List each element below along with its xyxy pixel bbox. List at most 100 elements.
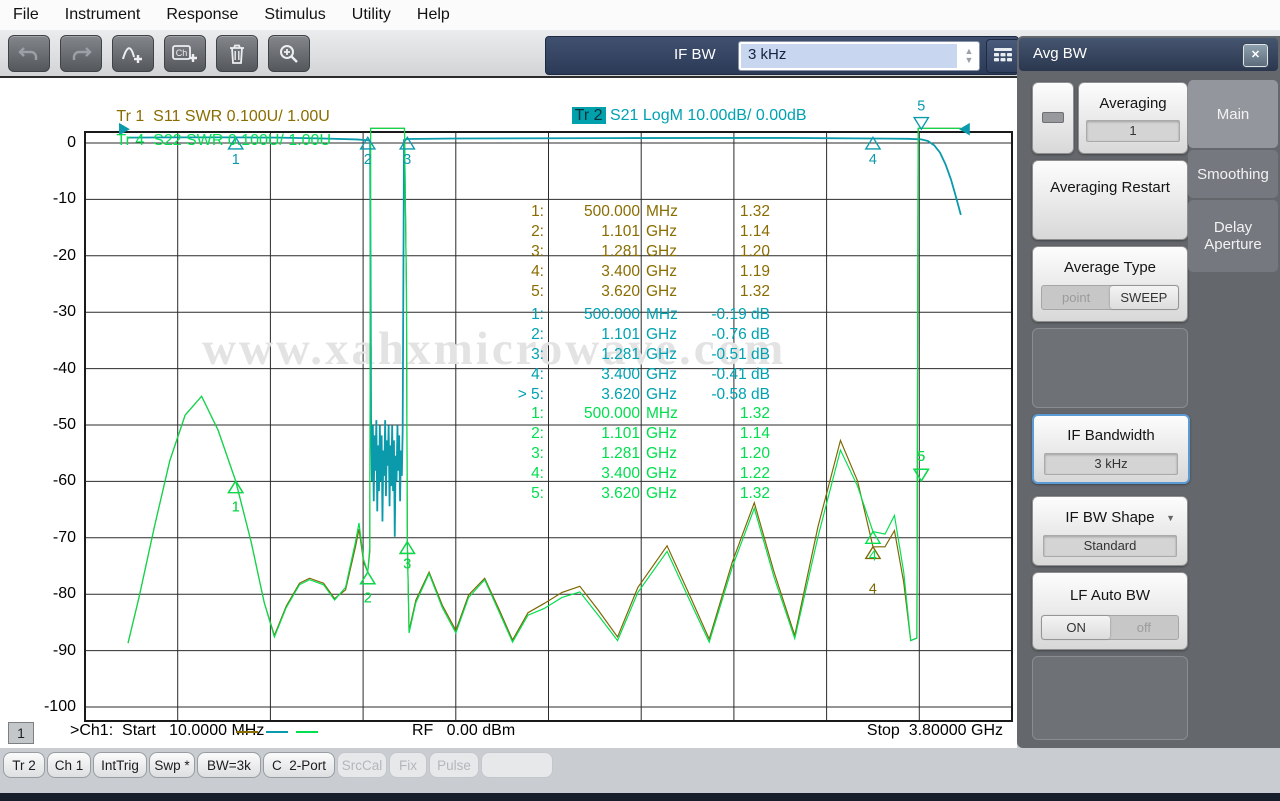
vna-application-window: FileInstrumentResponseStimulusUtilityHel…	[0, 0, 1280, 801]
redo-icon	[60, 35, 102, 72]
trace4-label[interactable]: Tr 4 S22 SWR 0.100U/ 1.00U	[90, 114, 331, 168]
statusbar-bw-3k[interactable]: BW=3k	[197, 752, 261, 778]
marker-label: 4	[869, 152, 877, 168]
undo-icon	[8, 35, 50, 72]
marker-label: 2	[364, 591, 372, 607]
average-type-sweep-option[interactable]: SWEEP	[1110, 286, 1178, 309]
y-tick--50: -50	[34, 416, 76, 434]
y-tick--90: -90	[34, 642, 76, 660]
toolbar-buttons: Ch	[8, 35, 310, 72]
statusbar-fix: Fix	[389, 752, 427, 778]
ifbw-shape-button[interactable]: IF BW Shape ▼ Standard	[1032, 496, 1188, 566]
panel-header[interactable]: Avg BW ✕	[1019, 38, 1278, 71]
marker-row: 4:3.400GHz-0.41 dB	[498, 365, 770, 385]
lf-auto-bw-off-option[interactable]: off	[1110, 616, 1178, 639]
marker-row: 3:1.281GHz1.20	[498, 242, 770, 262]
marker-row: 3:1.281GHz1.20	[498, 444, 770, 464]
marker-label: 5	[917, 98, 925, 114]
marker-label: 4	[869, 582, 877, 598]
marker-row: 1:500.000MHz1.32	[498, 404, 770, 424]
marker-triangle-icon	[914, 469, 928, 481]
y-tick--30: -30	[34, 303, 76, 321]
measurement-display: www.xahxmicrowave.com 123451234512345 Tr…	[0, 76, 1017, 750]
average-type-segmented[interactable]: point SWEEP	[1041, 285, 1179, 310]
y-tick--100: -100	[34, 698, 76, 716]
tab-main[interactable]: Main	[1188, 80, 1278, 148]
averaging-value: 1	[1086, 120, 1181, 142]
statusbar-tr-2[interactable]: Tr 2	[3, 752, 45, 778]
marker-table-2: 1:500.000MHz-0.19 dB2:1.101GHz-0.76 dB3:…	[498, 305, 770, 405]
marker-triangle-icon	[361, 572, 375, 584]
blank-softkey-2	[1032, 656, 1188, 740]
marker-row: 2:1.101GHz1.14	[498, 222, 770, 242]
menu-help[interactable]: Help	[404, 2, 463, 28]
y-tick--80: -80	[34, 585, 76, 603]
averaging-toggle-button[interactable]	[1032, 82, 1074, 154]
blank-softkey-1	[1032, 328, 1188, 408]
channel-number-badge[interactable]: 1	[8, 722, 34, 744]
panel-title: Avg BW	[1033, 45, 1087, 62]
average-type-button[interactable]: Average Type point SWEEP	[1032, 246, 1188, 322]
averaging-restart-button[interactable]: Averaging Restart	[1032, 160, 1188, 240]
statusbar-c-2-port[interactable]: C 2-Port	[263, 752, 335, 778]
legend-dash-icon	[296, 731, 318, 733]
y-tick--40: -40	[34, 360, 76, 378]
marker-row: 3:1.281GHz-0.51 dB	[498, 345, 770, 365]
tab-delay-aperture[interactable]: Delay Aperture	[1188, 200, 1278, 272]
marker-row: 4:3.400GHz1.22	[498, 464, 770, 484]
statusbar-swp-[interactable]: Swp *	[149, 752, 195, 778]
menu-response[interactable]: Response	[153, 2, 251, 28]
marker-label: 3	[403, 152, 411, 168]
ifbw-label: IF BW	[674, 46, 716, 63]
marker-row: > 5:3.620GHz-0.58 dB	[498, 385, 770, 405]
menu-utility[interactable]: Utility	[339, 2, 404, 28]
marker-table-1: 1:500.000MHz1.322:1.101GHz1.143:1.281GHz…	[498, 202, 770, 302]
y-tick--10: -10	[34, 190, 76, 208]
add-channel-icon[interactable]: Ch	[164, 35, 206, 72]
svg-text:Ch: Ch	[176, 48, 188, 58]
averaging-button[interactable]: Averaging 1	[1078, 82, 1188, 154]
marker-triangle-icon	[914, 469, 928, 481]
marker-row: 1:500.000MHz-0.19 dB	[498, 305, 770, 325]
menu-file[interactable]: File	[0, 2, 52, 28]
legend-dash-icon	[236, 731, 258, 733]
y-tick--20: -20	[34, 247, 76, 265]
menu-instrument[interactable]: Instrument	[52, 2, 154, 28]
y-tick--70: -70	[34, 529, 76, 547]
marker-triangle-icon	[914, 118, 928, 130]
trace2-label[interactable]: Tr 2 S21 LogM 10.00dB/ 0.00dB	[545, 89, 807, 143]
add-trace-icon[interactable]	[112, 35, 154, 72]
marker-triangle-icon	[866, 532, 880, 544]
lf-auto-bw-on-option[interactable]: ON	[1042, 616, 1110, 639]
ifbw-shape-value: Standard	[1043, 535, 1177, 557]
spinner-arrows-icon[interactable]: ▲▼	[959, 42, 979, 70]
if-bandwidth-value: 3 kHz	[1044, 453, 1178, 475]
keypad-icon[interactable]	[986, 39, 1020, 73]
marker-row: 2:1.101GHz1.14	[498, 424, 770, 444]
ifbw-spinner[interactable]: 3 kHz ▲▼	[738, 41, 980, 71]
rf-power-label: RF 0.00 dBm	[412, 722, 515, 740]
lf-auto-bw-button[interactable]: LF Auto BW ON off	[1032, 572, 1188, 650]
legend-dash-icon	[266, 731, 288, 733]
delete-icon[interactable]	[216, 35, 258, 72]
ifbw-value-field[interactable]: 3 kHz	[741, 44, 957, 68]
zoom-icon[interactable]	[268, 35, 310, 72]
tab-smoothing[interactable]: Smoothing	[1188, 150, 1278, 198]
statusbar-ch-1[interactable]: Ch 1	[47, 752, 91, 778]
menu-stimulus[interactable]: Stimulus	[251, 2, 338, 28]
if-bandwidth-button[interactable]: IF Bandwidth 3 kHz	[1032, 414, 1190, 484]
marker-row: 2:1.101GHz-0.76 dB	[498, 325, 770, 345]
statusbar-pulse: Pulse	[429, 752, 479, 778]
statusbar-srccal: SrcCal	[337, 752, 387, 778]
statusbar-inttrig[interactable]: IntTrig	[93, 752, 147, 778]
avg-bw-panel: Avg BW ✕ Averaging 1 Averaging Restart A…	[1017, 36, 1280, 748]
marker-row: 4:3.400GHz1.19	[498, 262, 770, 282]
average-type-point-option[interactable]: point	[1042, 286, 1110, 309]
marker-label: 1	[232, 499, 240, 515]
ifbw-quickbar: IF BW 3 kHz ▲▼	[545, 36, 1019, 75]
marker-table-3: 1:500.000MHz1.322:1.101GHz1.143:1.281GHz…	[498, 404, 770, 504]
lf-auto-bw-segmented[interactable]: ON off	[1041, 615, 1179, 640]
close-icon[interactable]: ✕	[1243, 44, 1268, 67]
marker-row: 1:500.000MHz1.32	[498, 202, 770, 222]
trace2-active-chip[interactable]: Tr 2	[572, 107, 606, 124]
